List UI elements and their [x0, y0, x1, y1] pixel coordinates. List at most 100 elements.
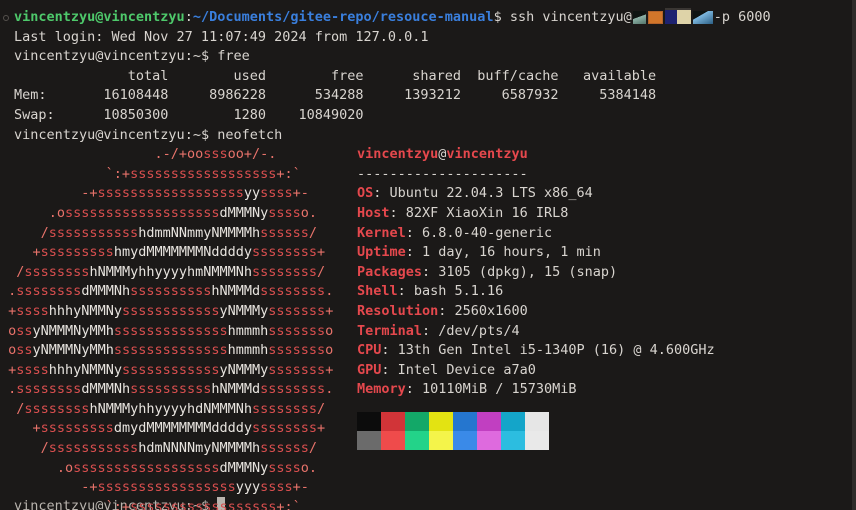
emoji-glyph-icon: [692, 11, 713, 24]
emoji-glyph-icon: [664, 8, 691, 24]
neofetch-entry-value: 1 day, 16 hours, 1 min: [422, 244, 601, 261]
emoji-glyph-icon: [647, 11, 663, 24]
neofetch-entry-shell: Shell: bash 5.1.16: [357, 282, 847, 302]
neofetch-entry-separator: :: [389, 204, 406, 221]
palette-row-bright: [357, 430, 549, 450]
neofetch-entry-key: Memory: [357, 381, 406, 398]
neofetch-entry-key: GPU: [357, 361, 382, 378]
neofetch-entry-resolution: Resolution: 2560x1600: [357, 302, 847, 322]
neofetch-entry-key: Packages: [357, 263, 423, 280]
neofetch-entry-key: Resolution: [357, 302, 439, 319]
palette-swatch-bright-1: [381, 430, 405, 450]
palette-row-normal: [357, 411, 549, 431]
palette-swatch-bright-3: [429, 430, 453, 450]
palette-swatch-bright-5: [477, 430, 501, 450]
ascii-art-line: .ssssssssdMMMNhsssssssssshNMMMdssssssss.: [8, 283, 334, 300]
palette-swatch-bright-2: [405, 430, 429, 450]
palette-swatch-normal-5: [477, 411, 501, 431]
ascii-art-line: ossyNMMMNyMMhsssssssssssssshmmmhssssssso: [8, 342, 334, 359]
neofetch-entry-value: Intel Device a7a0: [397, 361, 536, 378]
palette-swatch-bright-6: [501, 430, 525, 450]
neofetch-entry-value: 6.8.0-40-generic: [422, 224, 553, 241]
neofetch-entry-value: bash 5.1.16: [413, 283, 504, 300]
neofetch-entry-separator: :: [405, 244, 423, 261]
neofetch-entry-os: OS: Ubuntu 22.04.3 LTS x86_64: [357, 184, 847, 204]
neofetch-entry-key: Uptime: [357, 244, 406, 261]
neofetch-title-host: vincentzyu: [446, 146, 528, 163]
terminal-window[interactable]: vincentzyu@vincentzyu:~/Documents/gitee-…: [0, 0, 856, 510]
ascii-art-line: +sssssssssdmydMMMMMMMMddddyssssssss+: [32, 420, 326, 437]
palette-swatch-bright-0: [357, 430, 381, 450]
neofetch-entry-key: Kernel: [357, 224, 406, 241]
neofetch-entry-host: Host: 82XF XiaoXin 16 IRL8: [357, 204, 847, 224]
last-login-text: Last login: Wed Nov 27 11:07:49 2024 fro…: [14, 28, 429, 45]
ascii-art-line: .osssssssssssssssssssdMMMNysssso.: [48, 204, 318, 221]
neofetch-entry-gpu: GPU: Intel Device a7a0: [357, 361, 847, 381]
prompt-colon: :: [184, 9, 193, 25]
ascii-art-line: +sssshhhyNMMNyssssssssssssyNMMMysssssss+: [8, 302, 334, 319]
neofetch-entry-value: 13th Gen Intel i5-1340P (16) @ 4.600GHz: [397, 342, 715, 359]
neofetch-info-panel: vincentzyu@vincentzyu ------------------…: [357, 145, 847, 450]
prompt-marker-icon: [3, 15, 9, 21]
ascii-art-line: /ssssssssssshdmNNNNmyNMMMMhssssss/: [40, 440, 318, 457]
ascii-art-line: .ssssssssdMMMNhsssssssssshNMMMdssssssss.: [8, 381, 334, 398]
neofetch-entry-packages: Packages: 3105 (dpkg), 15 (snap): [357, 263, 847, 283]
ubuntu-ascii-logo: .-/+oosssoo+/-. `:+ssssssssssssssssss+:`…: [0, 145, 350, 510]
neofetch-entry-separator: :: [422, 322, 439, 339]
neofetch-entry-key: Terminal: [357, 322, 423, 339]
prompt-path: :~$: [184, 126, 218, 143]
neofetch-entry-separator: :: [381, 342, 398, 359]
ascii-art-line: /sssssssshNMMMyhhyyyyhdNMMMNhssssssss/: [16, 400, 326, 417]
prompt-path: :~$: [184, 48, 218, 65]
ssh-command-text: ssh vincentzyu@: [509, 9, 632, 25]
ascii-art-line: `:+ssssssssssssssssss+:`: [105, 498, 301, 510]
free-row-mem: Mem: 16108448 8986228 534288 1393212 658…: [14, 87, 657, 104]
ascii-art-line: +sssshhhyNMMNyssssssssssssyNMMMysssssss+: [8, 361, 334, 378]
neofetch-entry-value: Ubuntu 22.04.3 LTS x86_64: [389, 185, 593, 202]
palette-swatch-normal-1: [381, 411, 405, 431]
neofetch-entry-uptime: Uptime: 1 day, 16 hours, 1 min: [357, 243, 847, 263]
neofetch-entry-cpu: CPU: 13th Gen Intel i5-1340P (16) @ 4.60…: [357, 341, 847, 361]
palette-swatch-normal-7: [525, 411, 549, 431]
free-header-row: total used free shared buff/cache availa…: [14, 67, 657, 84]
palette-swatch-bright-4: [453, 430, 477, 450]
palette-swatch-normal-6: [501, 411, 525, 431]
neofetch-entry-key: OS: [357, 185, 374, 202]
ascii-art-line: -+ssssssssssssssssssyyssss+-: [81, 185, 309, 202]
ascii-art-line: .ossssssssssssssssssdMMMNysssso.: [56, 459, 318, 476]
neofetch-output: .-/+oosssoo+/-. `:+ssssssssssssssssss+:`…: [0, 145, 856, 510]
ascii-art-line: +ssssssssshmydMMMMMMMNddddyssssssss+: [32, 244, 326, 261]
neofetch-title-rule: ---------------------: [357, 165, 528, 182]
scrollbar-thumb[interactable]: [852, 0, 856, 510]
prompt-user-host: vincentzyu@vincentzyu: [14, 126, 185, 143]
prompt-path: ~/Documents/gitee-repo/resouce-manual: [192, 9, 494, 25]
neofetch-entry-separator: :: [405, 224, 423, 241]
neofetch-entry-value: 3105 (dpkg), 15 (snap): [438, 263, 618, 280]
neofetch-entry-kernel: Kernel: 6.8.0-40-generic: [357, 224, 847, 244]
palette-swatch-bright-7: [525, 430, 549, 450]
neofetch-entry-key: Host: [357, 204, 390, 221]
ascii-art-line: -+sssssssssssssssssyyyssss+-: [81, 479, 309, 496]
neofetch-entry-value: 82XF XiaoXin 16 IRL8: [405, 204, 569, 221]
neofetch-entry-value: 10110MiB / 15730MiB: [422, 381, 577, 398]
palette-swatch-normal-2: [405, 411, 429, 431]
palette-swatch-normal-3: [429, 411, 453, 431]
neofetch-command-text: neofetch: [217, 126, 283, 143]
neofetch-entry-memory: Memory: 10110MiB / 15730MiB: [357, 380, 847, 400]
terminal-line-neofetch-command: vincentzyu@vincentzyu:~$ neofetch: [0, 126, 856, 146]
ascii-art-line: /ssssssssssshdmmNNmmyNMMMMhssssss/: [40, 224, 318, 241]
neofetch-entry-separator: :: [422, 263, 439, 280]
terminal-line-free-command: vincentzyu@vincentzyu:~$ free: [0, 47, 856, 67]
free-row-swap: Swap: 10850300 1280 10849020: [14, 106, 364, 123]
prompt-user-host: vincentzyu@vincentzyu: [14, 9, 185, 25]
emoji-glyph-icon: [632, 11, 646, 24]
scrollbar[interactable]: [852, 0, 856, 510]
neofetch-entry-key: CPU: [357, 342, 382, 359]
neofetch-entry-key: Shell: [357, 283, 398, 300]
free-command-text: free: [217, 48, 250, 65]
neofetch-entry-value: 2560x1600: [454, 302, 528, 319]
neofetch-entry-separator: :: [397, 283, 414, 300]
neofetch-entry-value: /dev/pts/4: [438, 322, 520, 339]
terminal-line-last-login: Last login: Wed Nov 27 11:07:49 2024 fro…: [0, 28, 856, 48]
neofetch-title: vincentzyu@vincentzyu: [357, 145, 847, 165]
